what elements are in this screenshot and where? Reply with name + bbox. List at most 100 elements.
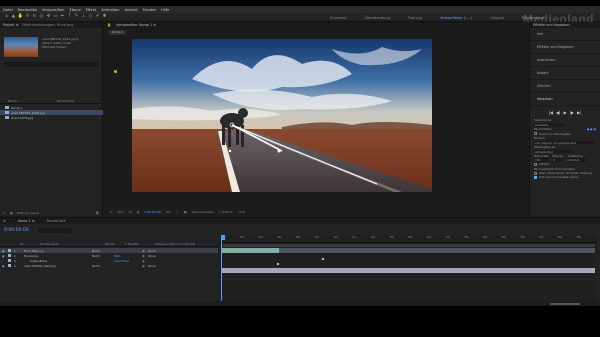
work-area-bar[interactable] [221, 244, 595, 247]
column-parent[interactable]: Übergeordnet und verknüpft [155, 242, 195, 246]
label-color-swatch[interactable] [8, 259, 11, 262]
first-frame-icon[interactable]: |◀ [549, 110, 553, 115]
workspace-0[interactable]: Standard [330, 16, 346, 20]
region-icon[interactable]: ▢ [176, 210, 179, 214]
type-tool-icon[interactable]: T [67, 14, 72, 20]
column-number[interactable]: Nr. [0, 242, 30, 246]
play-icon[interactable]: ▶ [563, 110, 566, 115]
timeline-search-input[interactable] [38, 228, 72, 233]
menu-item-3[interactable]: Ebene [69, 8, 80, 12]
pan-behind-tool-icon[interactable]: ✥ [46, 14, 51, 20]
time-ruler[interactable]: 0s02s04s06s08s10s12s14s16s18s20s22s24s26… [219, 235, 597, 243]
menu-item-2[interactable]: Komposition [42, 8, 64, 12]
visibility-icon[interactable]: ◉ [0, 264, 8, 268]
timecode-display[interactable]: 0:00:00:00 [144, 210, 160, 214]
section-character[interactable]: Zeichen [530, 80, 600, 93]
menu-item-6[interactable]: Ansicht [125, 8, 138, 12]
timeline-zoom-slider[interactable] [550, 303, 580, 305]
skip-field[interactable]: 0 [552, 158, 562, 162]
layer-parent[interactable]: Ohne [148, 249, 155, 253]
camera-tool-icon[interactable]: ◎ [39, 14, 44, 20]
section-align[interactable]: Ausrichten [530, 54, 600, 67]
rectangle-tool-icon[interactable]: ▭ [53, 14, 58, 20]
section-paragraph[interactable]: Absatz [530, 67, 600, 80]
lock-icon[interactable]: 🔒 [107, 23, 111, 27]
keyframe[interactable] [321, 257, 325, 261]
zoom-select[interactable]: 50% [118, 210, 125, 214]
timeline-layer[interactable]: ◉ 4 road 380796_1920.jpg Norm. @ Ohne [0, 263, 218, 268]
project-search-input[interactable] [4, 62, 99, 67]
composition-tab[interactable]: Komposition: Komp 1 ≡ [116, 23, 156, 27]
roto-brush-tool-icon[interactable]: ✐ [95, 14, 100, 20]
menu-item-4[interactable]: Effekt [86, 8, 96, 12]
layer-parent[interactable]: Ohne [148, 254, 155, 258]
new-folder-icon[interactable]: ▭ [3, 211, 6, 215]
label-color-swatch[interactable] [8, 264, 11, 267]
layer-parent[interactable]: Ohne [148, 264, 155, 268]
option1-checkbox[interactable] [534, 171, 537, 175]
workspace-2[interactable]: Training [408, 16, 422, 20]
close-icon[interactable]: × [3, 219, 6, 223]
column-name[interactable]: Name [8, 99, 17, 103]
layer-name[interactable]: Ausbreitung [22, 259, 92, 263]
visibility-icon[interactable]: ◉ [0, 254, 8, 258]
layer-trkmat[interactable]: Wert [114, 254, 142, 258]
option2-checkbox[interactable] [534, 176, 537, 180]
last-frame-icon[interactable]: ▶| [577, 110, 581, 115]
snapshot-icon[interactable]: ◉ [137, 210, 140, 214]
label-color-swatch[interactable] [8, 254, 11, 257]
always-preview-icon[interactable]: ⊙ [110, 210, 113, 214]
pickwhip-icon[interactable]: @ [142, 259, 148, 263]
workspace-3[interactable]: Videoeffekte (L...) [440, 16, 472, 20]
new-comp-icon[interactable]: ▦ [10, 211, 13, 215]
next-frame-icon[interactable]: |▶ [570, 110, 574, 115]
menu-item-5[interactable]: Animation [101, 8, 119, 12]
column-trkmat[interactable]: T BewMas [125, 242, 155, 246]
include-icons[interactable]: ◼ ◼ ▣ [587, 127, 596, 131]
timeline-tab-render[interactable]: Renderliste [47, 219, 66, 223]
prev-frame-icon[interactable]: ◀| [556, 110, 560, 115]
column-mode[interactable]: Modus [105, 242, 125, 246]
zoom-tool-icon[interactable]: ⚲ [25, 14, 30, 20]
pen-tool-icon[interactable]: ✒ [60, 14, 65, 20]
playhead-handle[interactable] [221, 235, 225, 240]
workspace-1[interactable]: Überblendung [364, 16, 390, 20]
grid-icon[interactable]: ⊞ [129, 210, 132, 214]
resolution-select[interactable]: Voll [166, 210, 171, 214]
layer-name[interactable]: Hund.png [22, 254, 92, 258]
puppet-tool-icon[interactable]: ✱ [102, 14, 107, 20]
layer-mode[interactable]: Norm. [92, 264, 114, 268]
layer-trkmat[interactable]: 0,0,0 Pixel [114, 259, 142, 263]
transparency-grid-icon[interactable]: ▩ [184, 210, 187, 214]
menu-item-0[interactable]: Datei [3, 8, 13, 12]
composition-viewer[interactable] [132, 39, 432, 192]
timeline-timecode[interactable]: 0:00:00:00 [4, 228, 29, 233]
playhead[interactable] [221, 235, 225, 305]
resolution-select[interactable]: Automat. [566, 158, 586, 162]
timeline-tab-comp[interactable]: Komp 1 ≡ [18, 219, 35, 223]
layer-bar-4[interactable] [221, 268, 595, 273]
keyframe[interactable] [276, 262, 280, 266]
label-color-swatch[interactable] [8, 249, 11, 252]
home-icon[interactable]: ⌂ [4, 14, 9, 20]
column-comment[interactable]: Kommentar [57, 99, 75, 103]
menu-item-8[interactable]: Hilfe [161, 8, 169, 12]
layer-bar-1-active[interactable] [221, 248, 279, 253]
section-info[interactable]: Info [530, 28, 600, 41]
menu-item-7[interactable]: Fenster [143, 8, 156, 12]
layer-mode[interactable]: Norm. [92, 254, 114, 258]
section-preview[interactable]: Vorschau [530, 93, 600, 106]
rotate-tool-icon[interactable]: ↻ [32, 14, 37, 20]
hand-tool-icon[interactable]: ✋ [18, 14, 24, 20]
project-tab[interactable]: Projekt ≡ Effekteinstellungen: Hund.png [0, 22, 102, 28]
layer-mode[interactable]: Norm. [92, 249, 114, 253]
comp-subtab[interactable]: Komp 1 [109, 30, 127, 35]
exposure-value[interactable]: +0,0 [238, 210, 245, 214]
layer-name[interactable]: Form-Ebene 1 [22, 249, 92, 253]
visibility-icon[interactable]: ◉ [0, 249, 8, 253]
project-item[interactable]: Hund-5678.jpg [0, 115, 103, 120]
fullscreen-checkbox[interactable] [534, 163, 537, 166]
workspace-4[interactable]: Original [490, 16, 504, 20]
brush-tool-icon[interactable]: ✎ [74, 14, 79, 20]
section-effects-presets[interactable]: Effekte und Vorgaben [530, 41, 600, 54]
